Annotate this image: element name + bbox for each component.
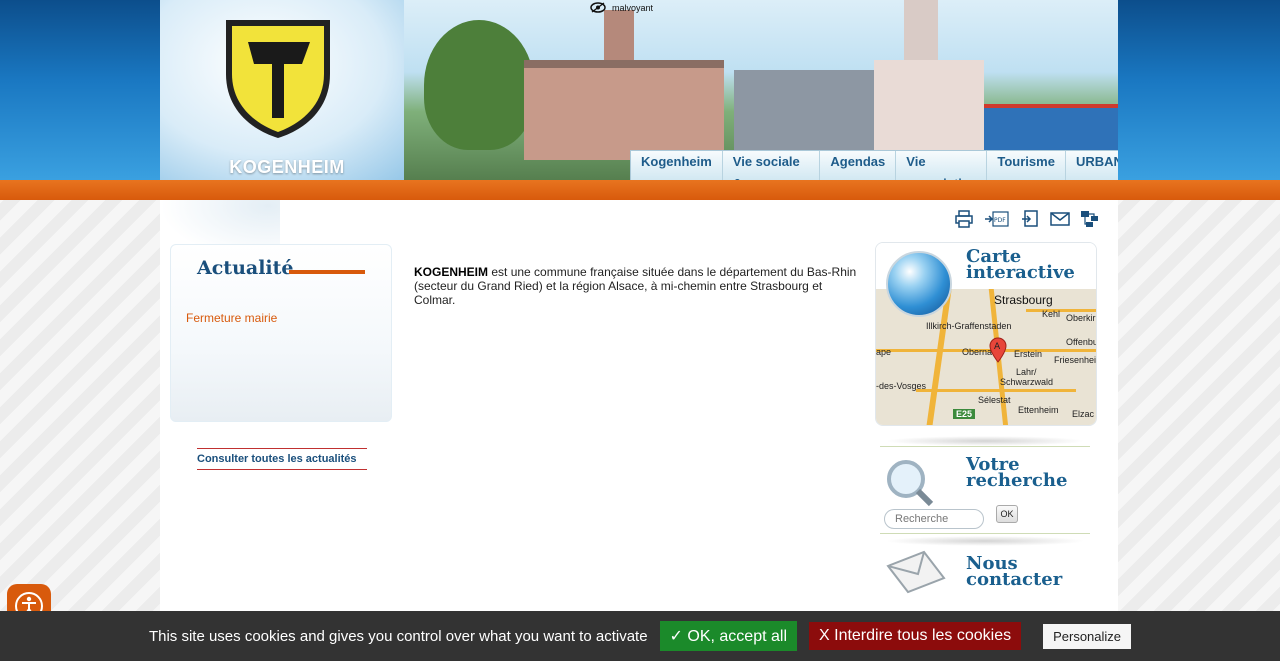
deny-cookies-button[interactable]: X Interdire tous les cookies (809, 622, 1022, 650)
contact-title: Nous contacter (966, 553, 1063, 590)
nav-item-kogenheim[interactable]: Kogenheim (631, 151, 723, 180)
nav-item-tourisme[interactable]: Tourisme (987, 151, 1066, 180)
sitemap-button[interactable] (1079, 208, 1101, 230)
search-ok-button[interactable]: OK (996, 505, 1018, 523)
low-vision-link[interactable]: malvoyant (590, 2, 653, 13)
email-button[interactable] (1049, 208, 1071, 230)
orange-band (0, 180, 1280, 200)
map-pin-icon: A (989, 337, 1007, 363)
page-content: PDF Actualité Fermeture mairie Consulter… (160, 200, 1118, 661)
svg-text:A: A (994, 342, 1001, 352)
news-title: Actualité (197, 257, 294, 279)
nav-item-vie-sociale[interactable]: Vie sociale & économique (723, 151, 821, 180)
page-tools: PDF (953, 208, 1101, 230)
pdf-button[interactable]: PDF (983, 208, 1011, 230)
intro-strong: KOGENHEIM (414, 265, 489, 279)
globe-icon (886, 251, 952, 317)
search-title: Votre recherche (966, 454, 1068, 491)
search-box: Votre recherche OK (880, 446, 1090, 534)
low-vision-label: malvoyant (612, 2, 654, 13)
personalize-cookies-button[interactable]: Personalize (1043, 623, 1132, 649)
print-icon (955, 210, 973, 228)
eye-icon (590, 2, 606, 13)
accept-cookies-button[interactable]: ✓ OK, accept all (659, 621, 797, 651)
pdf-icon: PDF (985, 211, 1009, 227)
svg-text:PDF: PDF (994, 217, 1006, 224)
crest-area: KOGENHEIM (160, 0, 420, 180)
sitemap-icon (1081, 211, 1098, 227)
intro-paragraph: KOGENHEIM est une commune française situ… (414, 265, 859, 307)
export-button[interactable] (1019, 208, 1041, 230)
contact-link[interactable]: Nous contacter (880, 546, 1090, 606)
nav-item-agendas[interactable]: Agendas (820, 151, 897, 180)
coat-of-arms-logo[interactable] (220, 14, 336, 142)
news-box: Actualité Fermeture mairie (170, 244, 392, 422)
mail-icon (1050, 212, 1070, 226)
map-title: Carte interactive (966, 246, 1075, 283)
site-header: KOGENHEIM malvoyant Kogenheim Vie social… (160, 0, 1118, 180)
envelope-icon (886, 550, 946, 594)
all-news-link[interactable]: Consulter toutes les actualités (197, 448, 367, 470)
site-name: KOGENHEIM (229, 157, 345, 177)
main-nav: Kogenheim Vie sociale & économique Agend… (630, 150, 1118, 180)
interactive-map-link[interactable]: Carte interactive Strasbourg Kehl Oberki… (875, 242, 1097, 426)
nav-item-urbanisme[interactable]: URBANISME (1066, 151, 1118, 180)
search-input[interactable] (884, 509, 984, 529)
cookie-banner: This site uses cookies and gives you con… (0, 611, 1280, 661)
cookie-message: This site uses cookies and gives you con… (148, 627, 648, 645)
nav-item-vie-associative[interactable]: Vie associative (896, 151, 988, 180)
news-item[interactable]: Fermeture mairie (186, 311, 277, 325)
print-button[interactable] (953, 208, 975, 230)
export-icon (1022, 210, 1038, 227)
magnifier-icon (887, 460, 934, 507)
